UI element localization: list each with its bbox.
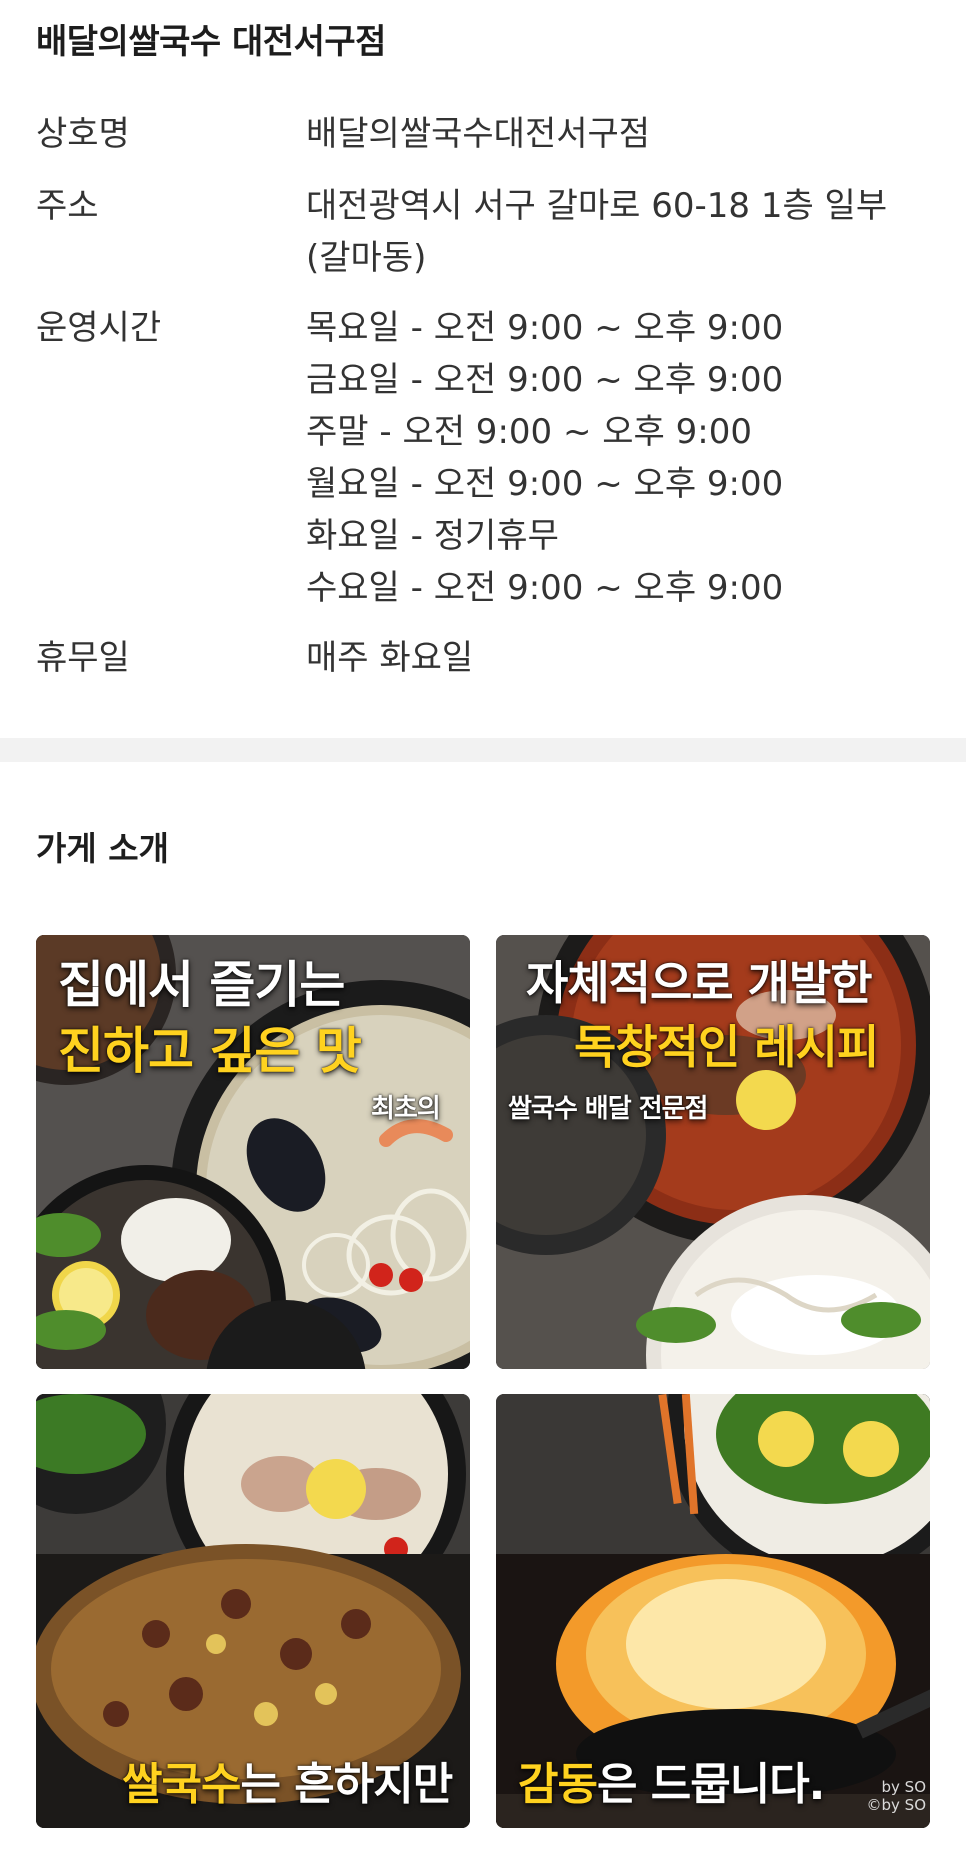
hours-label: 운영시간 [36,308,162,348]
hours-item: 수요일 - 오전 9:00 ~ 오후 9:00 [306,568,784,608]
intro-section-title: 가게 소개 [36,829,169,868]
intro-image-2[interactable]: 자체적으로 개발한 독창적인 레시피 쌀국수 배달 전문점 [496,935,930,1369]
hours-item: 금요일 - 오전 9:00 ~ 오후 9:00 [306,360,784,400]
tile4-highlight: 감동 [518,1759,598,1810]
watermark-line-2: ©by SO [866,1796,927,1814]
tile2-line2: 독창적인 레시피 [574,1020,879,1074]
hours-item: 월요일 - 오전 9:00 ~ 오후 9:00 [306,464,784,504]
tile4-rest: 은 드뭅니다. [596,1759,825,1810]
tile3-caption: 쌀국수는 흔하지만 [122,1759,453,1811]
name-label: 상호명 [36,114,130,154]
watermark-line-1: by SO [881,1778,927,1796]
hours-item: 목요일 - 오전 9:00 ~ 오후 9:00 [306,308,784,348]
tile4-watermark: by SO ©by SO [867,1778,927,1814]
address-label: 주소 [36,186,99,226]
tile3-rest: 는 흔하지만 [240,1759,453,1810]
tile1-tag: 최초의 [371,1094,441,1124]
hours-item: 주말 - 오전 9:00 ~ 오후 9:00 [306,412,752,452]
address-line-1: 대전광역시 서구 갈마로 60-18 1층 일부 [306,186,888,226]
intro-image-4[interactable]: 감동은 드뭅니다. by SO ©by SO [496,1394,930,1828]
tile2-tag: 쌀국수 배달 전문점 [508,1094,708,1124]
tile1-line2: 진하고 깊은 맛 [58,1022,362,1080]
name-value: 배달의쌀국수대전서구점 [306,114,651,154]
store-title: 배달의쌀국수 대전서구점 [36,22,386,62]
closed-value: 매주 화요일 [306,638,474,678]
intro-image-1[interactable]: 집에서 즐기는 진하고 깊은 맛 최초의 [36,935,470,1369]
address-value[interactable]: 대전광역시 서구 갈마로 60-18 1층 일부 (갈마동) [306,180,946,284]
address-line-2: (갈마동) [306,238,427,278]
tile3-highlight: 쌀국수 [122,1759,241,1810]
hours-list: 목요일 - 오전 9:00 ~ 오후 9:00 금요일 - 오전 9:00 ~ … [306,302,946,614]
tile1-line1: 집에서 즐기는 [58,956,345,1014]
intro-image-3[interactable]: 쌀국수는 흔하지만 [36,1394,470,1828]
tile2-line1: 자체적으로 개발한 [526,956,873,1010]
section-divider [0,738,966,762]
hours-item: 화요일 - 정기휴무 [306,516,559,556]
closed-label: 휴무일 [36,638,130,678]
tile4-caption: 감동은 드뭅니다. [518,1759,825,1811]
